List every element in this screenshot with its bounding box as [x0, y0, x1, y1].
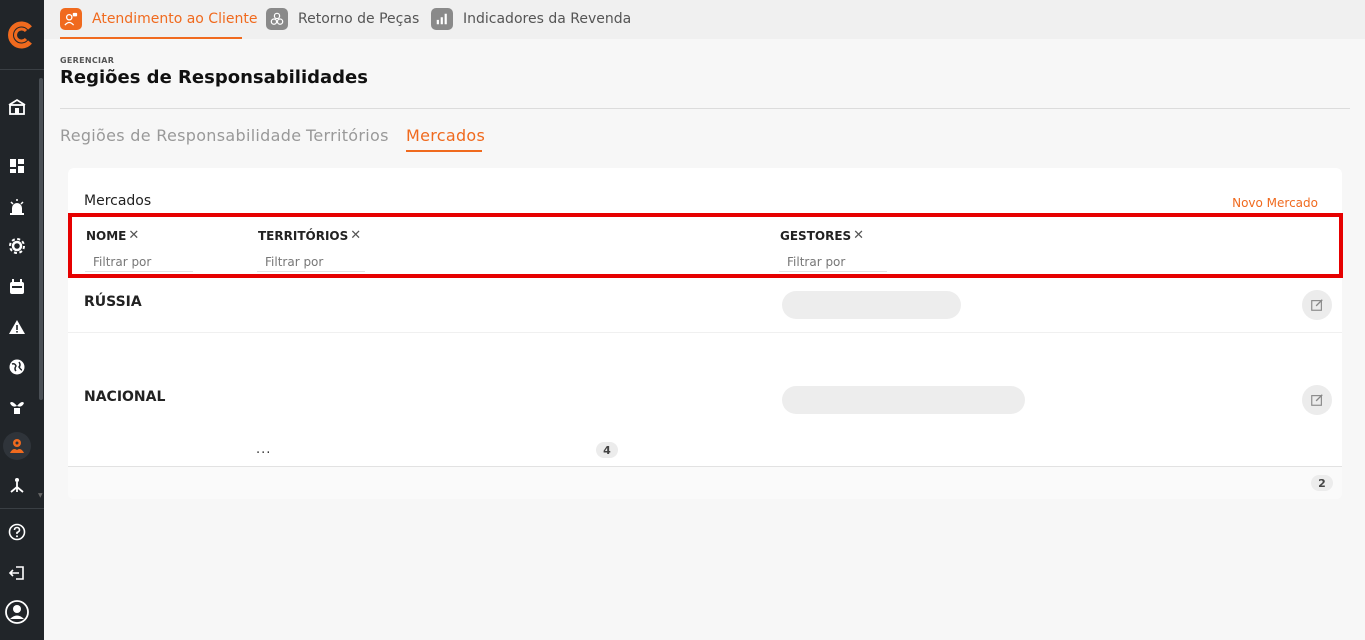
filter-territorios-input[interactable]: [257, 252, 365, 272]
territories-more-ellipsis[interactable]: ...: [256, 442, 271, 457]
market-name: NACIONAL: [84, 389, 166, 405]
page-title: Regiões de Responsabilidades: [60, 67, 368, 88]
dealer-store-icon[interactable]: [6, 96, 28, 118]
edit-icon: [1311, 394, 1323, 406]
sub-tab-active-underline: [406, 150, 482, 152]
logout-icon[interactable]: [6, 562, 28, 584]
column-header-gestores[interactable]: GESTORES ✕: [780, 228, 864, 243]
territories-count-badge: 4: [596, 442, 618, 458]
markets-card: Mercados Novo Mercado NOME ✕ TERRITÓRIOS…: [68, 168, 1342, 499]
top-tab-label: Atendimento ao Cliente: [92, 11, 258, 27]
breadcrumb: GERENCIAR: [60, 56, 115, 65]
sidebar-divider-bottom: [0, 508, 44, 509]
column-label: NOME: [86, 228, 127, 243]
managers-loading-placeholder: [782, 386, 1025, 414]
alarm-icon[interactable]: [6, 196, 28, 218]
bar-chart-icon: [431, 8, 453, 30]
clear-filter-icon[interactable]: ✕: [853, 228, 864, 243]
globe-icon[interactable]: [6, 356, 28, 378]
sidebar-divider: [0, 69, 44, 70]
hierarchy-icon[interactable]: [6, 475, 28, 497]
edit-button[interactable]: [1302, 290, 1332, 320]
help-icon[interactable]: [6, 521, 28, 543]
filter-gestores-input[interactable]: [779, 252, 887, 272]
warning-icon[interactable]: [6, 316, 28, 338]
column-header-nome[interactable]: NOME ✕: [86, 228, 139, 243]
column-header-territorios[interactable]: TERRITÓRIOS ✕: [258, 228, 361, 243]
calendar-icon[interactable]: [6, 276, 28, 298]
tab-regioes[interactable]: Regiões de Responsabilidade: [60, 126, 301, 145]
clear-filter-icon[interactable]: ✕: [128, 228, 139, 243]
top-tab-retorno-pecas[interactable]: Retorno de Peças: [266, 6, 419, 32]
top-tab-label: Retorno de Peças: [298, 11, 420, 27]
edit-icon: [1311, 299, 1323, 311]
top-tab-atendimento[interactable]: Atendimento ao Cliente: [60, 6, 257, 32]
sidebar-scrollbar[interactable]: [39, 78, 43, 400]
tab-mercados[interactable]: Mercados: [406, 126, 485, 145]
top-tab-active-underline: [60, 37, 242, 39]
market-name: RÚSSIA: [84, 294, 142, 310]
scroll-down-arrow-icon[interactable]: ▼: [38, 492, 44, 499]
top-tab-indicadores[interactable]: Indicadores da Revenda: [431, 6, 631, 32]
total-count-badge: 2: [1311, 475, 1333, 491]
managers-loading-placeholder: [782, 291, 961, 319]
brand-logo[interactable]: [6, 20, 36, 50]
dashboard-icon[interactable]: [6, 155, 28, 177]
top-tab-label: Indicadores da Revenda: [463, 11, 632, 27]
sidebar: ▼: [0, 0, 44, 640]
parts-return-icon: [266, 8, 288, 30]
plant-icon[interactable]: [6, 396, 28, 418]
column-label: TERRITÓRIOS: [258, 228, 349, 243]
edit-button[interactable]: [1302, 385, 1332, 415]
row-separator: [68, 332, 1342, 333]
new-market-link[interactable]: Novo Mercado: [1232, 196, 1318, 210]
tab-territorios[interactable]: Territórios: [306, 126, 389, 145]
user-avatar-icon[interactable]: [5, 600, 29, 624]
clear-filter-icon[interactable]: ✕: [350, 228, 361, 243]
customer-service-icon: [60, 8, 82, 30]
column-label: GESTORES: [780, 228, 852, 243]
card-title: Mercados: [84, 193, 152, 209]
header-divider: [60, 108, 1350, 109]
regions-location-icon[interactable]: [6, 435, 28, 457]
table-footer: [68, 467, 1342, 499]
filter-nome-input[interactable]: [85, 252, 193, 272]
settings-gear-icon[interactable]: [6, 235, 28, 257]
